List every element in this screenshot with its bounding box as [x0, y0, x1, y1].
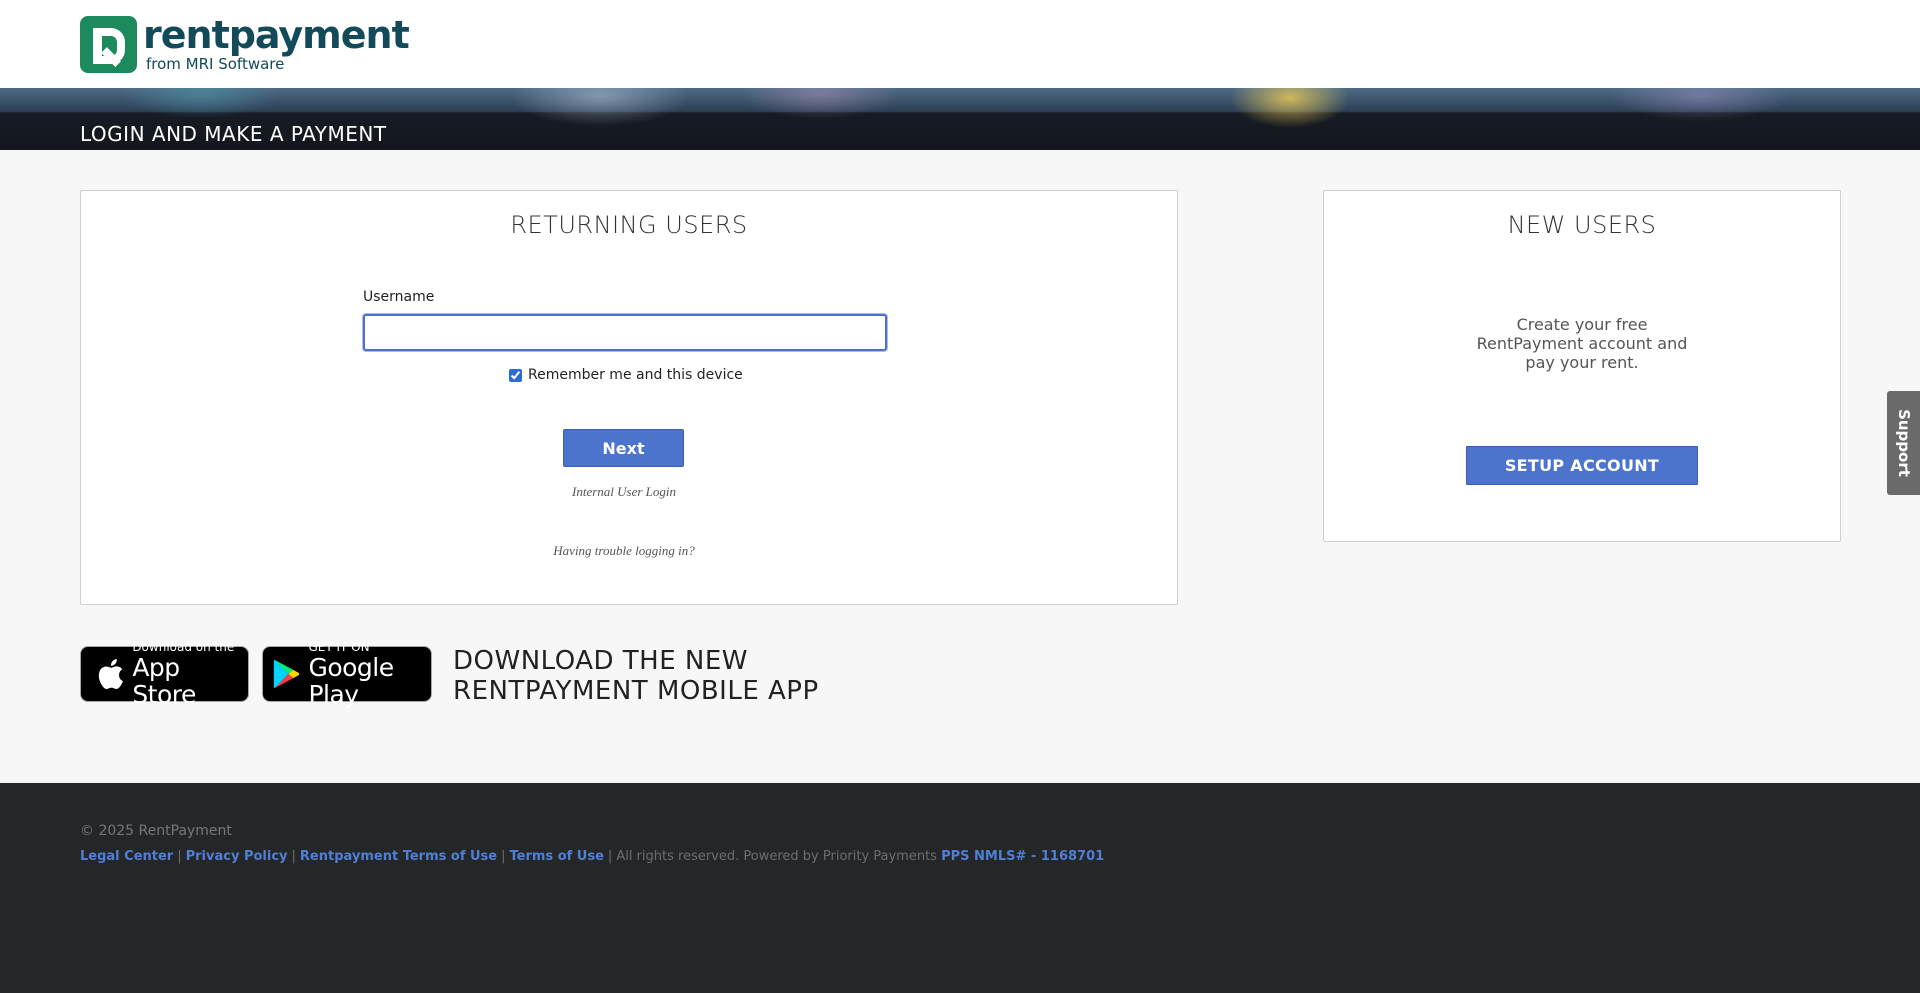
footer-separator: | [607, 849, 613, 864]
logo-subtitle: from MRI Software [146, 55, 285, 73]
site-footer: © 2025 RentPayment Legal Center | Privacy … [0, 783, 1920, 993]
returning-users-title: RETURNING USERS [510, 211, 748, 239]
google-play-big-text: Google Play [308, 652, 394, 709]
footer-separator: | [291, 849, 296, 864]
terms-of-use-link[interactable]: Terms of Use [510, 849, 604, 864]
logo-mark-icon [80, 15, 137, 73]
new-users-desc-line3: pay your rent. [1525, 353, 1639, 372]
legal-center-link[interactable]: Legal Center [80, 849, 173, 864]
logo-text: rentpayment from MRI Software [143, 13, 410, 73]
internal-user-login-link[interactable]: Internal User Login [81, 484, 1167, 500]
apple-icon [98, 659, 123, 689]
google-play-icon [273, 659, 300, 689]
returning-users-panel: RETURNING USERS Username Remember me and… [80, 190, 1178, 605]
site-header: rentpayment from MRI Software [0, 0, 1920, 88]
username-label: Username [363, 289, 435, 305]
new-users-desc-line2: RentPayment account and [1476, 334, 1688, 353]
footer-links: Legal Center | Privacy Policy | Rentpayment … [80, 849, 1104, 864]
rentpayment-terms-link[interactable]: Rentpayment Terms of Use [300, 849, 497, 864]
mobile-app-headline-line2: RENTPAYMENT MOBILE APP [453, 676, 819, 706]
copyright-text: © 2025 RentPayment [80, 823, 232, 839]
app-store-small-text: Download on the [132, 639, 235, 654]
google-play-badge[interactable]: GET IT ON Google Play [262, 640, 432, 708]
footer-separator: | [177, 849, 182, 864]
next-button[interactable]: Next [563, 429, 684, 467]
remember-me-label: Remember me and this device [528, 367, 743, 383]
support-tab[interactable]: Support [1887, 391, 1920, 495]
google-play-small-text: GET IT ON [308, 639, 370, 654]
new-users-title: NEW USERS [1507, 211, 1657, 239]
rights-text: All rights reserved. Powered by Priority… [616, 849, 937, 864]
new-users-desc-line1: Create your free [1516, 315, 1648, 334]
page-title: LOGIN AND MAKE A PAYMENT [80, 122, 387, 146]
username-input[interactable] [363, 314, 887, 351]
remember-me-checkbox[interactable] [509, 368, 522, 382]
nmls-link[interactable]: PPS NMLS# - 1168701 [941, 849, 1104, 864]
new-users-panel: NEW USERS Create your free RentPayment a… [1323, 190, 1841, 542]
mobile-app-headline-line1: DOWNLOAD THE NEW [453, 646, 748, 676]
remember-me[interactable]: Remember me and this device [509, 367, 743, 383]
rentpayment-logo[interactable]: rentpayment from MRI Software [80, 13, 410, 73]
mobile-app-headline: DOWNLOAD THE NEW RENTPAYMENT MOBILE APP [453, 646, 819, 706]
app-store-badge[interactable]: Download on the App Store [80, 640, 249, 708]
new-users-description: Create your free RentPayment account and… [1324, 315, 1840, 372]
setup-account-button[interactable]: SETUP ACCOUNT [1466, 446, 1698, 485]
footer-separator: | [501, 849, 506, 864]
support-label: Support [1894, 409, 1913, 477]
privacy-policy-link[interactable]: Privacy Policy [186, 849, 288, 864]
logo-name: rentpayment [143, 13, 410, 57]
app-store-big-text: App Store [132, 652, 196, 709]
trouble-logging-in-link[interactable]: Having trouble logging in? [81, 543, 1167, 559]
